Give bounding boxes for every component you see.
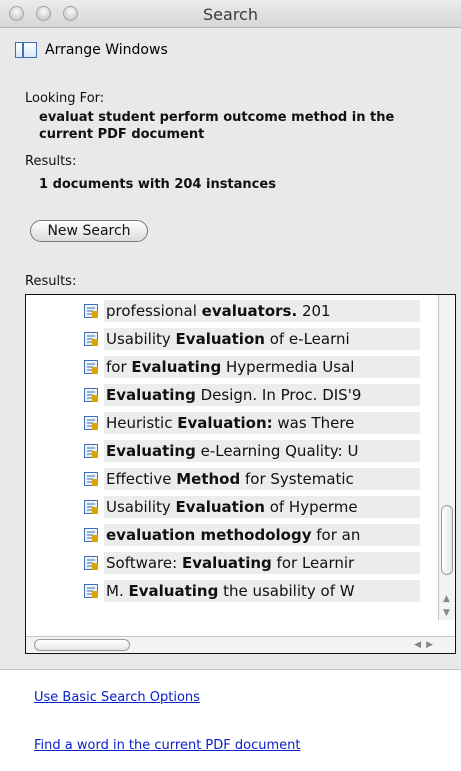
result-document-icon — [84, 472, 98, 486]
result-text-before: Effective — [106, 470, 177, 488]
result-text-after: Design. In Proc. DIS'9 — [195, 386, 362, 404]
result-document-icon — [84, 360, 98, 374]
search-query-line2: current PDF document — [39, 127, 205, 142]
result-item[interactable]: Usability Evaluation of e-Learni — [84, 327, 420, 351]
horizontal-scrollbar[interactable]: ◀ ▶ — [26, 636, 455, 653]
looking-for-label: Looking For: — [25, 91, 105, 106]
result-text-after: for Systematic — [240, 470, 354, 488]
result-match: Evaluation — [175, 498, 265, 516]
search-panel: Arrange Windows Looking For: evaluat stu… — [0, 28, 461, 771]
result-item[interactable]: M. Evaluating the usability of W — [84, 579, 420, 603]
result-text: Evaluating Design. In Proc. DIS'9 — [104, 384, 420, 406]
result-text: Heuristic Evaluation: was There — [104, 412, 420, 434]
search-query-line1: evaluat student perform outcome method i… — [39, 110, 395, 125]
scroll-left-arrow-icon[interactable]: ◀ — [414, 640, 421, 650]
result-text: professional evaluators. 201 — [104, 300, 420, 322]
result-item[interactable]: Evaluating e-Learning Quality: U — [84, 439, 420, 463]
result-text-after: 201 — [297, 302, 331, 320]
result-document-icon — [84, 500, 98, 514]
result-match: evaluation methodology — [106, 526, 312, 544]
result-item[interactable]: for Evaluating Hypermedia Usal — [84, 355, 420, 379]
result-text-before: Usability — [106, 330, 176, 348]
result-item[interactable]: Usability Evaluation of Hyperme — [84, 495, 420, 519]
result-item[interactable]: Effective Method for Systematic — [84, 467, 420, 491]
result-text-after: of Hyperme — [264, 498, 358, 516]
result-match: Evaluating — [131, 358, 222, 376]
footer: Use Basic Search Options Find a word in … — [0, 670, 461, 771]
result-text-after: of e-Learni — [264, 330, 350, 348]
result-text: Evaluating e-Learning Quality: U — [104, 440, 420, 462]
result-text-after: the usability of W — [218, 582, 355, 600]
result-text: Effective Method for Systematic — [104, 468, 420, 490]
result-text-after: Hypermedia Usal — [221, 358, 355, 376]
result-item[interactable]: professional evaluators. 201 — [84, 299, 420, 323]
result-text-after: was There — [272, 414, 355, 432]
result-match: evaluators. — [201, 302, 298, 320]
result-text: M. Evaluating the usability of W — [104, 580, 420, 602]
arrange-windows-button[interactable]: Arrange Windows — [15, 42, 168, 58]
scroll-right-arrow-icon[interactable]: ▶ — [426, 640, 433, 650]
result-document-icon — [84, 556, 98, 570]
result-text-before: Software: — [106, 554, 182, 572]
result-text-after: e-Learning Quality: U — [195, 442, 359, 460]
window-title: Search — [203, 5, 258, 24]
result-match: Method — [176, 470, 241, 488]
scroll-up-arrow-icon[interactable]: ▲ — [443, 594, 450, 604]
result-text-before: Usability — [106, 498, 176, 516]
result-item[interactable]: Software: Evaluating for Learnir — [84, 551, 420, 575]
result-text: Software: Evaluating for Learnir — [104, 552, 420, 574]
results-list[interactable]: professional evaluators. 201 Usability Ev… — [25, 294, 456, 654]
vertical-scrollbar[interactable]: ▲ ▼ — [438, 295, 455, 620]
result-text: for Evaluating Hypermedia Usal — [104, 356, 420, 378]
results-summary: 1 documents with 204 instances — [39, 177, 276, 192]
result-document-icon — [84, 388, 98, 402]
result-match: Evaluating — [128, 582, 219, 600]
result-document-icon — [84, 304, 98, 318]
result-text-before: M. — [106, 582, 129, 600]
vertical-scroll-thumb[interactable] — [441, 505, 453, 575]
result-text: evaluation methodology for an — [104, 524, 420, 546]
result-text: Usability Evaluation of e-Learni — [104, 328, 420, 350]
arrange-windows-icon — [15, 42, 37, 58]
result-text-before: for — [106, 358, 132, 376]
result-document-icon — [84, 528, 98, 542]
result-match: Evaluation — [175, 330, 265, 348]
arrange-windows-label: Arrange Windows — [45, 42, 168, 58]
scroll-down-arrow-icon[interactable]: ▼ — [443, 608, 450, 618]
result-document-icon — [84, 584, 98, 598]
new-search-button[interactable]: New Search — [30, 220, 148, 242]
result-match: Evaluating — [106, 386, 196, 404]
result-text-before: Heuristic — [106, 414, 178, 432]
find-word-link[interactable]: Find a word in the current PDF document — [34, 738, 300, 753]
result-item[interactable]: Evaluating Design. In Proc. DIS'9 — [84, 383, 420, 407]
results-label: Results: — [25, 154, 77, 169]
result-match: Evaluating — [106, 442, 196, 460]
result-item[interactable]: Heuristic Evaluation: was There — [84, 411, 420, 435]
result-document-icon — [84, 444, 98, 458]
result-item[interactable]: evaluation methodology for an — [84, 523, 420, 547]
result-match: Evaluation: — [177, 414, 273, 432]
result-document-icon — [84, 416, 98, 430]
result-document-icon — [84, 332, 98, 346]
result-text-after: for Learnir — [271, 554, 355, 572]
results-list-label: Results: — [25, 274, 77, 289]
result-text-after: for an — [311, 526, 361, 544]
result-match: Evaluating — [181, 554, 272, 572]
result-text: Usability Evaluation of Hyperme — [104, 496, 420, 518]
horizontal-scroll-thumb[interactable] — [34, 639, 130, 651]
title-bar: Search — [0, 0, 461, 28]
use-basic-search-options-link[interactable]: Use Basic Search Options — [34, 690, 200, 705]
result-text-before: professional — [106, 302, 202, 320]
